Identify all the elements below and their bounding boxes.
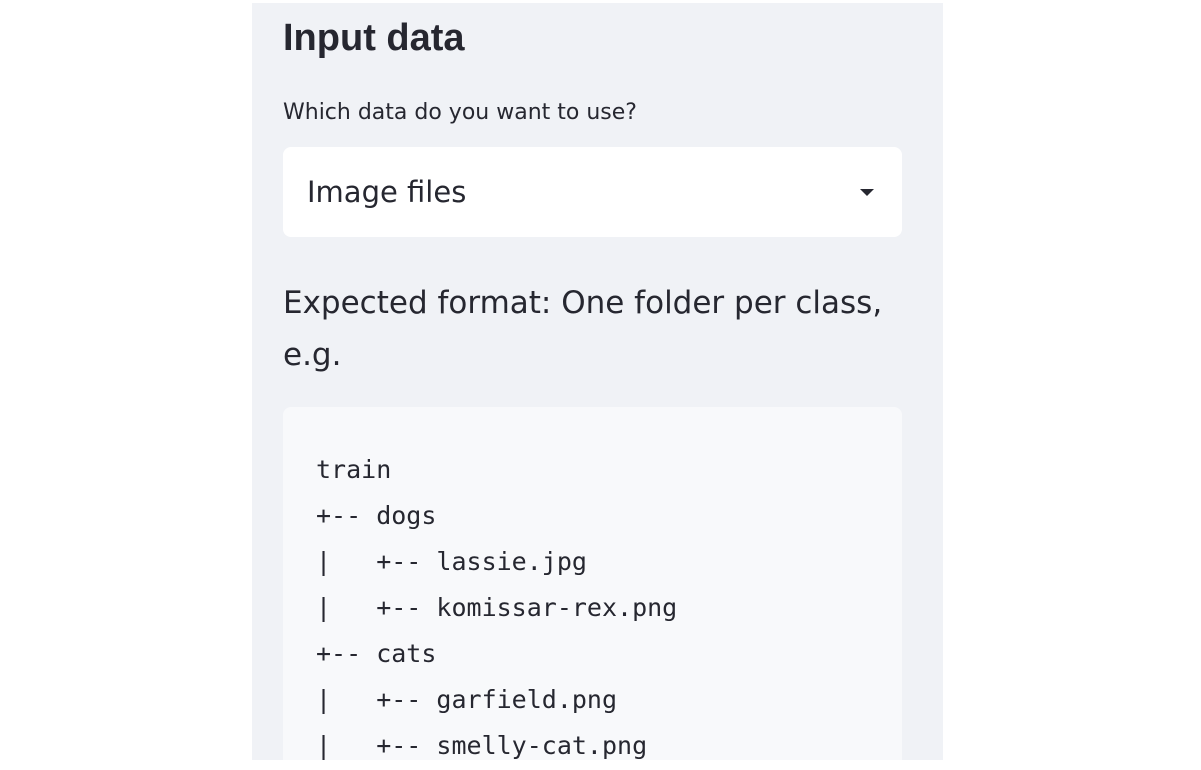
data-select-label: Which data do you want to use? (283, 100, 637, 125)
code-line: | +-- komissar-rex.png (316, 593, 678, 622)
code-lines: train +-- dogs | +-- lassie.jpg | +-- ko… (316, 447, 677, 760)
code-line: | +-- garfield.png (316, 685, 618, 714)
caret-down-icon[interactable] (860, 189, 874, 196)
code-line: +-- dogs (316, 501, 437, 530)
data-source-select[interactable]: Image files (283, 147, 902, 237)
code-line: train (316, 455, 392, 484)
code-line: | +-- smelly-cat.png (316, 731, 648, 760)
data-source-selected-value: Image files (307, 175, 467, 209)
sidebar: Input data Which data do you want to use… (252, 3, 943, 760)
code-line: | +-- lassie.jpg (316, 547, 587, 576)
section-heading: Input data (283, 17, 465, 59)
expected-format-text: Expected format: One folder per class, e… (283, 285, 883, 373)
code-block: train +-- dogs | +-- lassie.jpg | +-- ko… (283, 407, 902, 760)
code-line: +-- cats (316, 639, 437, 668)
